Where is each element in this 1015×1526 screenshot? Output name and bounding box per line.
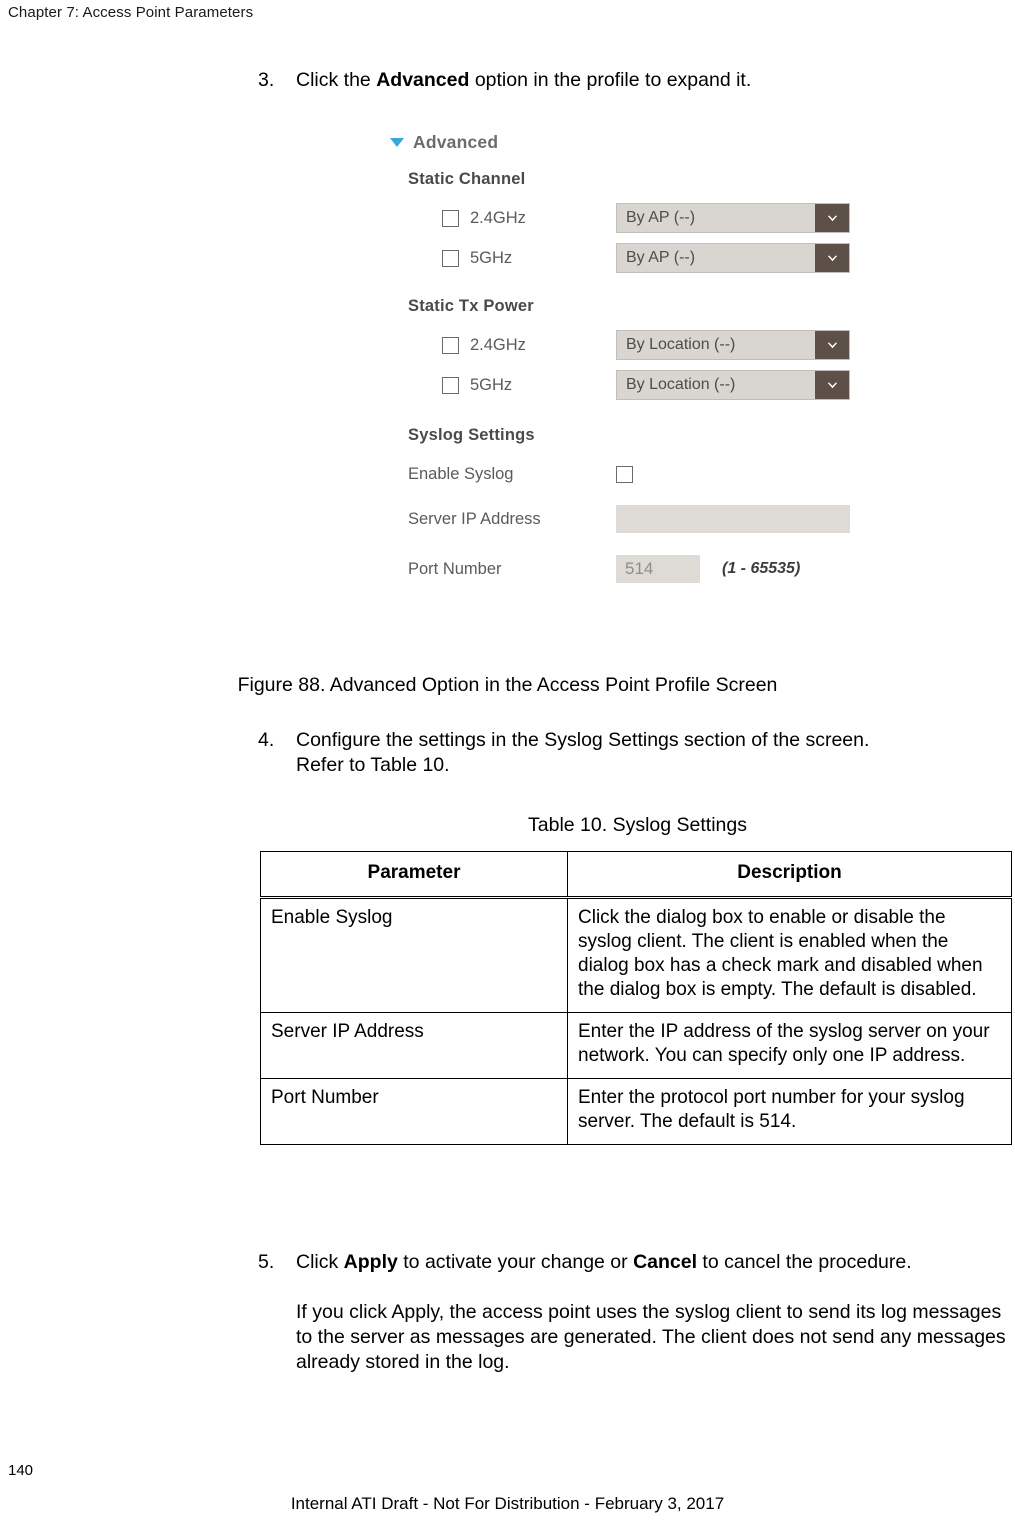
table-row: Enable Syslog Click the dialog box to en… — [260, 897, 1012, 1013]
static-channel-5ghz-dropdown-arrow[interactable] — [815, 244, 849, 272]
step-4-line-1: Configure the settings in the Syslog Set… — [296, 729, 870, 751]
step-5: 5. Click Apply to activate your change o… — [258, 1250, 1015, 1275]
step-5-text-mid: to activate your change or — [397, 1251, 634, 1273]
chevron-down-icon — [827, 255, 837, 261]
static-tx-power-24ghz-dropdown[interactable]: By Location (--) — [616, 330, 850, 360]
page-number: 140 — [8, 1462, 34, 1479]
static-tx-power-5ghz-dropdown[interactable]: By Location (--) — [616, 370, 850, 400]
static-channel-5ghz-dropdown[interactable]: By AP (--) — [616, 243, 850, 273]
static-tx-power-row-24ghz: 2.4GHz By Location (--) — [390, 325, 890, 365]
step-3: 3. Click the Advanced option in the prof… — [258, 68, 1015, 93]
static-channel-5ghz-label-group: 5GHz — [390, 249, 616, 268]
step-4-line-2: Refer to Table 10. — [296, 754, 450, 776]
static-channel-24ghz-dropdown[interactable]: By AP (--) — [616, 203, 850, 233]
static-tx-power-24ghz-label-group: 2.4GHz — [390, 336, 616, 355]
step-3-text-pre: Click the — [296, 69, 377, 91]
cell-description: Click the dialog box to enable or disabl… — [567, 897, 1012, 1013]
chevron-down-icon — [827, 215, 837, 221]
table-caption: Table 10. Syslog Settings — [528, 814, 747, 836]
static-tx-power-24ghz-label: 2.4GHz — [470, 335, 526, 354]
port-number-range-hint: (1 - 65535) — [722, 560, 801, 577]
advanced-option-figure: Advanced Static Channel 2.4GHz By AP (--… — [390, 132, 890, 594]
syslog-settings-table-block: Table 10. Syslog Settings Parameter Desc… — [260, 814, 1015, 1145]
static-tx-power-5ghz-label-group: 5GHz — [390, 376, 616, 395]
cell-parameter: Enable Syslog — [260, 897, 568, 1013]
cell-description: Enter the protocol port number for your … — [567, 1078, 1012, 1145]
column-header-description: Description — [567, 851, 1012, 899]
draft-notice: Internal ATI Draft - Not For Distributio… — [290, 1494, 725, 1513]
step-3-text-post: option in the profile to expand it. — [469, 69, 752, 91]
cell-parameter: Port Number — [260, 1078, 568, 1145]
chevron-down-icon[interactable] — [390, 138, 404, 147]
syslog-settings-table: Parameter Description Enable Syslog Clic… — [260, 851, 1012, 1145]
step-4: 4. Configure the settings in the Syslog … — [258, 728, 1015, 778]
step-5-number: 5. — [258, 1251, 275, 1273]
static-tx-power-24ghz-dropdown-arrow[interactable] — [815, 331, 849, 359]
static-channel-5ghz-value: By AP (--) — [626, 249, 696, 266]
static-tx-power-5ghz-checkbox[interactable] — [442, 376, 459, 394]
step-4-number: 4. — [258, 729, 275, 751]
column-header-parameter: Parameter — [260, 851, 568, 899]
port-number-row: Port Number 514 (1 - 65535) — [390, 544, 890, 594]
step-5-text: Click Apply to activate your change or C… — [296, 1250, 1015, 1275]
running-header: Chapter 7: Access Point Parameters — [8, 4, 254, 21]
enable-syslog-label: Enable Syslog — [408, 464, 514, 483]
static-tx-power-5ghz-dropdown-arrow[interactable] — [815, 371, 849, 399]
step-5-cancel-bold: Cancel — [633, 1251, 698, 1273]
static-tx-power-heading: Static Tx Power — [408, 297, 534, 315]
static-channel-24ghz-label-group: 2.4GHz — [390, 209, 616, 228]
port-number-input[interactable]: 514 — [616, 555, 700, 583]
static-tx-power-24ghz-checkbox[interactable] — [442, 336, 459, 354]
advanced-label: Advanced — [413, 132, 499, 152]
static-channel-row-24ghz: 2.4GHz By AP (--) — [390, 198, 890, 238]
chevron-down-icon — [827, 382, 837, 388]
static-tx-power-5ghz-value: By Location (--) — [626, 376, 736, 393]
advanced-section-header[interactable]: Advanced — [390, 132, 890, 153]
static-tx-power-24ghz-value: By Location (--) — [626, 336, 736, 353]
static-channel-5ghz-label: 5GHz — [470, 248, 513, 267]
static-channel-5ghz-checkbox[interactable] — [442, 249, 459, 267]
figure-caption: Figure 88. Advanced Option in the Access… — [237, 674, 778, 696]
step-3-number: 3. — [258, 69, 275, 91]
static-tx-power-row-5ghz: 5GHz By Location (--) — [390, 365, 890, 405]
cell-description: Enter the IP address of the syslog serve… — [567, 1012, 1012, 1079]
step-5-text-post: to cancel the procedure. — [697, 1251, 912, 1273]
static-channel-24ghz-label: 2.4GHz — [470, 208, 526, 227]
static-channel-24ghz-value: By AP (--) — [626, 209, 696, 226]
server-ip-address-label: Server IP Address — [408, 509, 541, 528]
server-ip-address-row: Server IP Address — [390, 494, 890, 544]
enable-syslog-row: Enable Syslog — [390, 454, 890, 494]
step-5-note-paragraph: If you click Apply, the access point use… — [296, 1301, 1006, 1373]
step-3-text-bold: Advanced — [376, 69, 470, 91]
cell-parameter: Server IP Address — [260, 1012, 568, 1079]
syslog-settings-heading: Syslog Settings — [408, 426, 535, 444]
server-ip-address-input[interactable] — [616, 505, 850, 533]
port-number-label: Port Number — [408, 559, 502, 578]
static-channel-24ghz-dropdown-arrow[interactable] — [815, 204, 849, 232]
step-3-text: Click the Advanced option in the profile… — [296, 68, 1015, 93]
enable-syslog-checkbox[interactable] — [616, 465, 633, 483]
static-tx-power-5ghz-label: 5GHz — [470, 375, 513, 394]
static-channel-heading: Static Channel — [408, 170, 526, 188]
table-row: Port Number Enter the protocol port numb… — [260, 1078, 1012, 1145]
step-5-text-pre: Click — [296, 1251, 344, 1273]
static-channel-24ghz-checkbox[interactable] — [442, 209, 459, 227]
chevron-down-icon — [827, 342, 837, 348]
static-channel-row-5ghz: 5GHz By AP (--) — [390, 238, 890, 278]
step-4-text: Configure the settings in the Syslog Set… — [296, 728, 1015, 778]
table-row: Server IP Address Enter the IP address o… — [260, 1012, 1012, 1079]
step-5-apply-bold: Apply — [343, 1251, 398, 1273]
table-header-row: Parameter Description — [260, 851, 1012, 899]
